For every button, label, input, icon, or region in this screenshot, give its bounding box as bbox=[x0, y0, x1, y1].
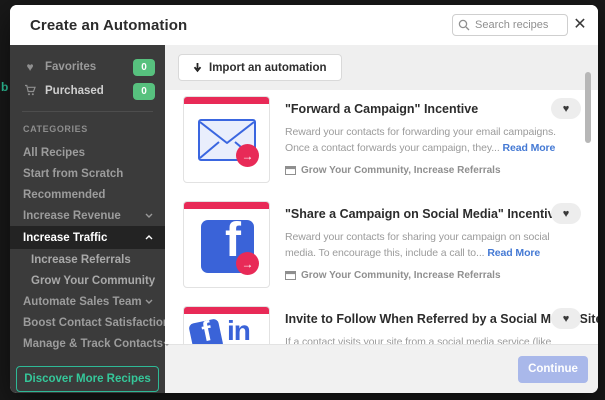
recipe-card-forward-campaign[interactable]: → "Forward a Campaign" Incentive Reward … bbox=[183, 96, 598, 183]
arrow-circle-icon: → bbox=[236, 252, 259, 275]
recipe-info: "Forward a Campaign" Incentive Reward yo… bbox=[285, 96, 567, 183]
recipe-tags-text: Grow Your Community, Increase Referrals bbox=[301, 165, 501, 176]
content-column: Import an automation → bbox=[165, 45, 598, 393]
import-bar: Import an automation bbox=[165, 45, 598, 90]
modal-title: Create an Automation bbox=[30, 17, 187, 34]
sidebar-item-all-recipes[interactable]: All Recipes bbox=[10, 142, 165, 163]
favorite-heart-button[interactable]: ♥ bbox=[551, 203, 581, 224]
background-text-fragment: b bbox=[1, 80, 8, 94]
sidebar-item-label: Increase Revenue bbox=[23, 210, 145, 222]
sidebar-item-increase-revenue[interactable]: Increase Revenue bbox=[10, 205, 165, 226]
sidebar-item-increase-traffic[interactable]: Increase Traffic bbox=[10, 226, 165, 249]
modal-header: Create an Automation ✕ bbox=[10, 5, 598, 45]
heart-icon: ♥ bbox=[23, 61, 37, 73]
thumbnail-accent-bar bbox=[184, 202, 269, 209]
sidebar-item-start-from-scratch[interactable]: Start from Scratch bbox=[10, 163, 165, 184]
sidebar-item-purchased[interactable]: Purchased 0 bbox=[10, 79, 165, 103]
favorite-heart-button[interactable]: ♥ bbox=[551, 308, 581, 329]
recipe-title: Invite to Follow When Referred by a Soci… bbox=[285, 312, 567, 326]
thumbnail-accent-bar bbox=[184, 307, 269, 314]
recipe-description: Reward your contacts for sharing your ca… bbox=[285, 229, 567, 262]
recipe-description: Reward your contacts for forwarding your… bbox=[285, 124, 567, 157]
recipe-tags: Grow Your Community, Increase Referrals bbox=[285, 165, 567, 176]
favorite-heart-button[interactable]: ♥ bbox=[551, 98, 581, 119]
read-more-link[interactable]: Read More bbox=[487, 247, 540, 259]
sidebar-item-label: Recommended bbox=[23, 189, 153, 201]
recipe-card-share-campaign[interactable]: f → "Share a Campaign on Social Media" I… bbox=[183, 201, 598, 288]
recipe-card-invite-to-follow[interactable]: f in Invite to Follow When Referred by a… bbox=[183, 306, 598, 344]
recipe-thumbnail: f in bbox=[183, 306, 270, 344]
sidebar-item-label: Boost Contact Satisfaction bbox=[23, 317, 170, 329]
category-icon bbox=[285, 166, 296, 175]
chevron-down-icon bbox=[145, 299, 153, 304]
thumbnail-accent-bar bbox=[184, 97, 269, 104]
cart-icon bbox=[23, 84, 37, 98]
recipe-title: "Forward a Campaign" Incentive bbox=[285, 102, 567, 116]
purchased-count-badge: 0 bbox=[133, 83, 155, 100]
recipe-description: If a contact visits your site from a soc… bbox=[285, 334, 567, 344]
category-icon bbox=[285, 271, 296, 280]
sidebar-item-manage-track-contacts[interactable]: Manage & Track Contacts bbox=[10, 333, 165, 354]
discover-more-recipes-button[interactable]: Discover More Recipes bbox=[16, 366, 159, 392]
create-automation-modal: Create an Automation ✕ ♥ Favorites 0 bbox=[10, 5, 598, 393]
modal-body: ♥ Favorites 0 Purchased 0 CATEGORIES All… bbox=[10, 45, 598, 393]
sidebar-item-label: Purchased bbox=[45, 85, 125, 97]
recipe-info: "Share a Campaign on Social Media" Incen… bbox=[285, 201, 567, 288]
sidebar-item-label: Favorites bbox=[45, 61, 125, 73]
sidebar-item-label: Grow Your Community bbox=[31, 275, 155, 287]
sidebar: ♥ Favorites 0 Purchased 0 CATEGORIES All… bbox=[10, 45, 165, 393]
continue-button[interactable]: Continue bbox=[518, 356, 588, 383]
sidebar-item-grow-your-community[interactable]: Grow Your Community bbox=[10, 270, 165, 291]
recipe-info: Invite to Follow When Referred by a Soci… bbox=[285, 306, 567, 344]
facebook-icon: f bbox=[188, 318, 224, 344]
facebook-f-glyph: f bbox=[199, 318, 215, 344]
sidebar-item-label: Increase Referrals bbox=[31, 254, 153, 266]
recipe-tags: Grow Your Community, Increase Referrals bbox=[285, 270, 567, 281]
recipes-panel: Import an automation → bbox=[165, 45, 598, 344]
sidebar-item-label: Automate Sales Team bbox=[23, 296, 145, 308]
recipe-list: → "Forward a Campaign" Incentive Reward … bbox=[165, 90, 598, 344]
sidebar-divider bbox=[22, 111, 153, 112]
sidebar-item-boost-contact-satisfaction[interactable]: Boost Contact Satisfaction bbox=[10, 312, 165, 333]
favorites-count-badge: 0 bbox=[133, 59, 155, 76]
recipe-thumbnail: f → bbox=[183, 201, 270, 288]
sidebar-item-label: Increase Traffic bbox=[23, 232, 145, 244]
recipe-thumbnail: → bbox=[183, 96, 270, 183]
recipe-title: "Share a Campaign on Social Media" Incen… bbox=[285, 207, 567, 221]
search-icon bbox=[458, 19, 470, 31]
sidebar-item-automate-sales-team[interactable]: Automate Sales Team bbox=[10, 291, 165, 312]
import-automation-button[interactable]: Import an automation bbox=[178, 54, 342, 81]
recipe-tags-text: Grow Your Community, Increase Referrals bbox=[301, 270, 501, 281]
sidebar-item-label: All Recipes bbox=[23, 147, 153, 159]
sidebar-item-recommended[interactable]: Recommended bbox=[10, 184, 165, 205]
sidebar-item-label: Start from Scratch bbox=[23, 168, 153, 180]
close-icon[interactable]: ✕ bbox=[568, 13, 592, 37]
download-arrow-icon bbox=[193, 62, 202, 73]
recipe-description-text: If a contact visits your site from a soc… bbox=[285, 336, 551, 344]
sidebar-item-increase-referrals[interactable]: Increase Referrals bbox=[10, 249, 165, 270]
read-more-link[interactable]: Read More bbox=[502, 142, 555, 154]
search-box bbox=[452, 14, 568, 36]
sidebar-item-favorites[interactable]: ♥ Favorites 0 bbox=[10, 55, 165, 79]
chevron-down-icon bbox=[145, 213, 153, 218]
chevron-up-icon bbox=[145, 235, 153, 240]
linkedin-icon: in bbox=[227, 315, 250, 344]
categories-heading: CATEGORIES bbox=[10, 120, 165, 142]
import-button-label: Import an automation bbox=[209, 62, 327, 74]
modal-footer: Continue bbox=[165, 344, 598, 393]
arrow-circle-icon: → bbox=[236, 144, 259, 167]
sidebar-item-label: Manage & Track Contacts bbox=[23, 338, 163, 350]
scrollbar-thumb[interactable] bbox=[585, 72, 591, 143]
